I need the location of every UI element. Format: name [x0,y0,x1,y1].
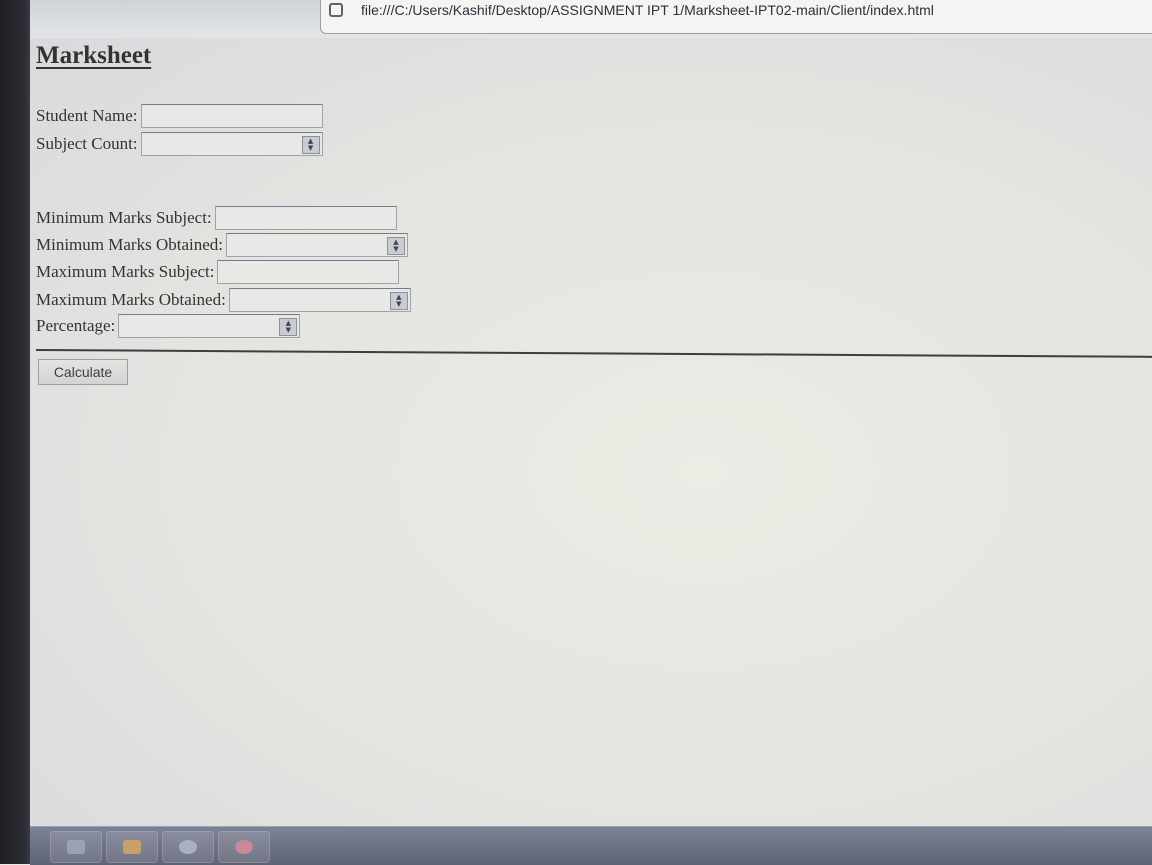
taskbar-file-explorer[interactable] [50,831,102,863]
browser-icon [179,840,197,854]
spin-down-icon: ▼ [396,300,402,308]
min-marks-subject-label: Minimum Marks Subject: [36,208,212,227]
max-marks-obtained-label: Maximum Marks Obtained: [36,290,226,309]
percentage-label: Percentage: [36,316,116,335]
file-explorer-icon [67,840,85,854]
max-marks-subject-label: Maximum Marks Subject: [36,262,215,281]
min-marks-obtained-label: Minimum Marks Obtained: [36,235,223,254]
spin-down-icon: ▼ [307,144,314,152]
address-bar[interactable]: file:///C:/Users/Kashif/Desktop/ASSIGNME… [320,0,1152,34]
subject-count-row: Subject Count: ▲ ▼ [36,132,323,156]
max-marks-subject-input[interactable] [217,260,400,284]
page-title: Marksheet [36,42,152,69]
taskbar-browser[interactable] [162,831,214,863]
min-marks-subject-input[interactable] [214,206,397,230]
max-marks-subject-row: Maximum Marks Subject: [36,260,400,284]
percentage-spinner[interactable]: ▲ ▼ [279,318,298,336]
min-marks-obtained-row: Minimum Marks Obtained: ▲ ▼ [36,233,408,257]
student-name-row: Student Name: [36,104,323,128]
min-marks-obtained-input[interactable]: ▲ ▼ [225,233,408,257]
calculate-button[interactable]: Calculate [38,359,128,385]
subject-count-input[interactable]: ▲ ▼ [140,132,323,156]
subject-count-label: Subject Count: [36,134,138,153]
subject-count-spinner[interactable]: ▲ ▼ [301,136,320,154]
address-url: file:///C:/Users/Kashif/Desktop/ASSIGNME… [361,2,934,18]
browser-toolbar: file:///C:/Users/Kashif/Desktop/ASSIGNME… [30,0,1152,39]
student-name-label: Student Name: [36,106,138,125]
media-player-icon [123,840,141,854]
max-marks-obtained-spinner[interactable]: ▲ ▼ [389,292,408,310]
max-marks-obtained-row: Maximum Marks Obtained: ▲ ▼ [36,288,411,312]
percentage-input[interactable]: ▲ ▼ [118,314,301,338]
student-name-input[interactable] [140,104,323,128]
percentage-row: Percentage: ▲ ▼ [36,314,301,338]
horizontal-divider [35,349,1152,358]
monitor-bezel [0,0,30,864]
page-content: Marksheet Student Name: Subject Count: ▲… [30,38,1152,826]
spin-down-icon: ▼ [393,245,399,253]
min-marks-obtained-spinner[interactable]: ▲ ▼ [386,237,405,255]
max-marks-obtained-input[interactable]: ▲ ▼ [228,288,411,312]
spin-down-icon: ▼ [285,326,291,334]
page-icon [329,3,343,17]
paint-icon [235,840,253,854]
taskbar [30,826,1152,865]
min-marks-subject-row: Minimum Marks Subject: [36,206,397,230]
taskbar-media-player[interactable] [106,831,158,863]
taskbar-paint[interactable] [218,831,270,863]
